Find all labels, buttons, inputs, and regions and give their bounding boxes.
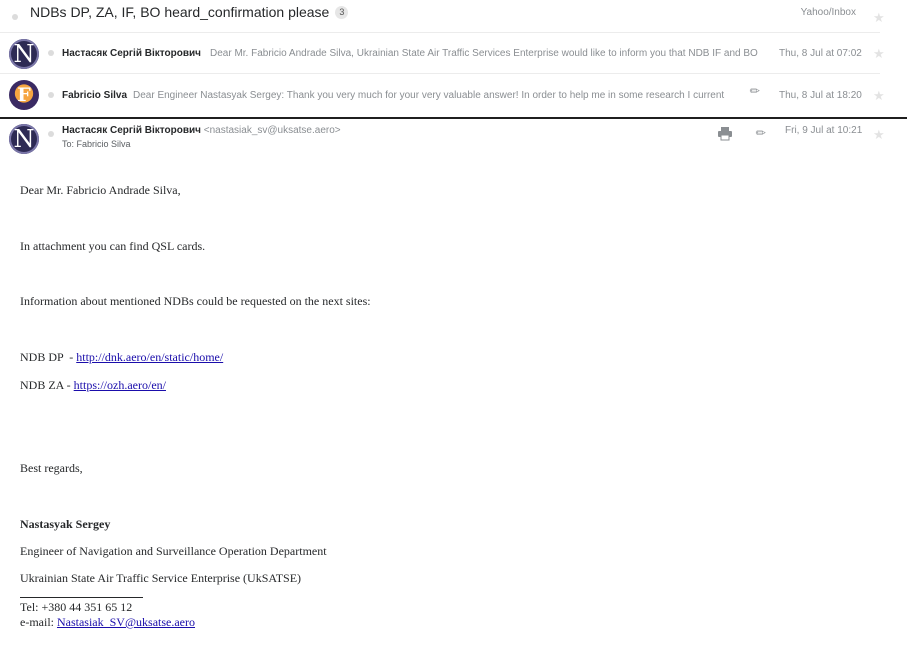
- ndb-dp-label: NDB DP -: [20, 350, 77, 364]
- read-dot-icon[interactable]: [48, 50, 54, 56]
- sender-avatar: N: [9, 124, 39, 154]
- ndb-dp-link[interactable]: http://dnk.aero/en/static/home/: [76, 350, 223, 364]
- ndb-dp-line: NDB DP - http://dnk.aero/en/static/home/: [20, 350, 223, 365]
- recipient-line: To: Fabricio Silva: [62, 139, 131, 149]
- open-message-header: N Настасяк Сергій Вікторович <nastasiak_…: [0, 119, 907, 159]
- sender-name: Fabricio Silva: [62, 90, 128, 101]
- subject-text: NDBs DP, ZA, IF, BO heard_confirmation p…: [30, 4, 330, 20]
- signature-divider: [20, 597, 143, 598]
- thread-subject: NDBs DP, ZA, IF, BO heard_confirmation p…: [30, 4, 349, 20]
- message-row-2[interactable]: F Fabricio Silva Dear Engineer Nastasyak…: [0, 74, 885, 116]
- body-line-info: Information about mentioned NDBs could b…: [20, 294, 371, 308]
- message-snippet: Dear Mr. Fabricio Andrade Silva, Ukraini…: [210, 48, 758, 59]
- printer-icon[interactable]: [717, 127, 733, 141]
- star-icon[interactable]: ★: [873, 47, 885, 60]
- message-row-1[interactable]: N Настасяк Сергій Вікторович Dear Mr. Fa…: [0, 33, 885, 73]
- signature-email-link[interactable]: Nastasiak_SV@uksatse.aero: [57, 615, 195, 629]
- message-date: Fri, 9 Jul at 10:21: [785, 125, 863, 136]
- body-regards: Best regards,: [20, 461, 83, 475]
- signature-name: Nastasyak Sergey: [20, 517, 111, 531]
- signature-organization: Ukrainian State Air Traffic Service Ente…: [20, 571, 302, 585]
- paperclip-icon: ✎: [746, 82, 764, 100]
- sender-email: <nastasiak_sv@uksatse.aero>: [203, 125, 341, 136]
- signature-tel: Tel: +380 44 351 65 12: [20, 600, 133, 614]
- star-icon[interactable]: ★: [873, 128, 885, 141]
- sender-line: Настасяк Сергій Вікторович <nastasiak_sv…: [62, 125, 341, 136]
- unread-dot-icon[interactable]: [12, 14, 18, 20]
- signature-email-label: e-mail:: [20, 615, 57, 629]
- sender-name: Настасяк Сергій Вікторович: [62, 48, 201, 59]
- ndb-za-label: NDB ZA -: [20, 378, 74, 392]
- message-count-badge: 3: [335, 6, 349, 19]
- sender-avatar: F: [9, 80, 39, 110]
- signature-email-line: e-mail: Nastasiak_SV@uksatse.aero: [20, 615, 195, 630]
- star-icon[interactable]: ★: [873, 89, 885, 102]
- paperclip-icon[interactable]: ✎: [753, 124, 770, 141]
- signature-title: Engineer of Navigation and Surveillance …: [20, 544, 327, 558]
- body-line-attachment: In attachment you can find QSL cards.: [20, 239, 206, 253]
- sender-name: Настасяк Сергій Вікторович: [62, 125, 201, 136]
- read-dot-icon[interactable]: [48, 92, 54, 98]
- sender-avatar: N: [9, 39, 39, 69]
- star-icon[interactable]: ★: [873, 11, 885, 24]
- message-date: Thu, 8 Jul at 18:20: [779, 90, 862, 101]
- folder-label[interactable]: Yahoo/Inbox: [801, 7, 856, 18]
- ndb-za-line: NDB ZA - https://ozh.aero/en/: [20, 378, 166, 393]
- ndb-za-link[interactable]: https://ozh.aero/en/: [74, 378, 166, 392]
- body-greeting: Dear Mr. Fabricio Andrade Silva,: [20, 183, 181, 197]
- read-dot-icon[interactable]: [48, 131, 54, 137]
- message-snippet: Dear Engineer Nastasyak Sergey: Thank yo…: [133, 90, 725, 101]
- message-date: Thu, 8 Jul at 07:02: [779, 48, 862, 59]
